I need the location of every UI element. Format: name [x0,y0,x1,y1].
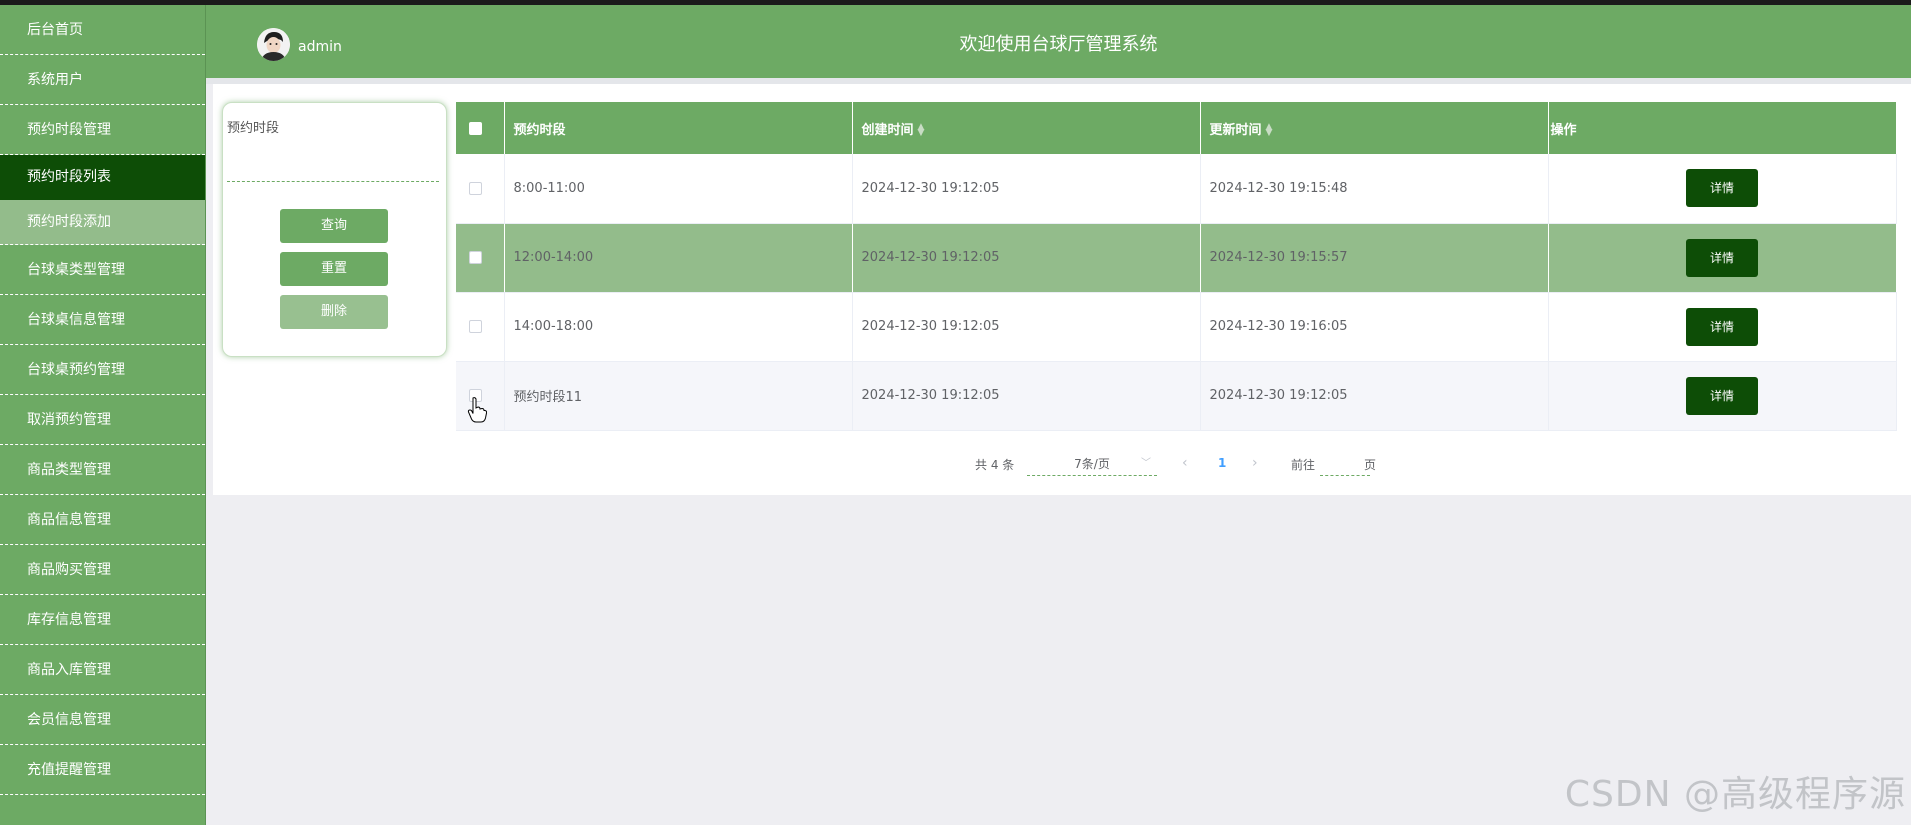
detail-button[interactable]: 详情 [1686,376,1758,415]
detail-button[interactable]: 详情 [1686,169,1758,208]
select-all-header [456,102,505,154]
sidebar-item-table-info-management[interactable]: 台球桌信息管理 [0,295,205,345]
pointer-cursor-icon [467,397,487,423]
chevron-left-icon[interactable]: ‹ [1182,455,1188,471]
sidebar-item-time-slot-list[interactable]: 预约时段列表 [0,155,205,200]
slot-cell: 预约时段11 [504,361,853,431]
sidebar-item-product-info-management[interactable]: 商品信息管理 [0,495,205,545]
column-header-actions: 操作 [1548,102,1896,154]
goto-suffix-label: 页 [1364,458,1377,472]
slot-cell: 12:00-14:00 [504,223,853,293]
created-cell: 2024-12-30 19:12:05 [852,223,1201,293]
table-row: 14:00-18:00 2024-12-30 19:12:05 2024-12-… [456,292,1897,362]
sidebar-item-recharge-reminder-management[interactable]: 充值提醒管理 [0,745,205,795]
table-row: 8:00-11:00 2024-12-30 19:12:05 2024-12-3… [456,154,1897,224]
column-updated-label: 更新时间 [1209,122,1262,138]
table-row: 预约时段11 2024-12-30 19:12:05 2024-12-30 19… [456,361,1897,431]
table-row: 12:00-14:00 2024-12-30 19:12:05 2024-12-… [456,223,1897,293]
actions-cell: 详情 [1548,223,1897,293]
sort-caret-icon[interactable]: ▲ ▼ [918,123,925,138]
page-title: 欢迎使用台球厅管理系统 [959,34,1158,55]
column-header-updated[interactable]: 更新时间 ▲ ▼ [1200,102,1549,154]
goto-label: 前往 [1291,458,1316,472]
updated-cell: 2024-12-30 19:15:48 [1200,154,1549,224]
column-slot-label: 预约时段 [513,122,566,138]
watermark: CSDN @高级程序源 [1564,774,1906,815]
sidebar-item-member-info-management[interactable]: 会员信息管理 [0,695,205,745]
chevron-right-icon[interactable]: › [1252,455,1258,471]
actions-cell: 详情 [1548,361,1897,431]
top-header: admin 欢迎使用台球厅管理系统 [206,5,1911,78]
chevron-down-icon: ﹀ [1141,458,1151,469]
row-checkbox[interactable] [469,251,482,264]
query-button[interactable]: 查询 [280,209,388,243]
detail-button[interactable]: 详情 [1686,307,1758,346]
sidebar-item-product-type-management[interactable]: 商品类型管理 [0,445,205,495]
row-checkbox[interactable] [469,320,482,333]
updated-cell: 2024-12-30 19:12:05 [1200,361,1549,431]
time-slot-table: 预约时段 创建时间 ▲ ▼ 更新时间 ▲ ▼ 操作 8:00-11:00 2024-12… [456,102,1897,431]
actions-cell: 详情 [1548,154,1897,224]
column-header-slot: 预约时段 [504,102,853,154]
sidebar-item-table-type-management[interactable]: 台球桌类型管理 [0,245,205,295]
updated-cell: 2024-12-30 19:16:05 [1200,292,1549,362]
row-select-cell [456,223,505,293]
slot-cell: 8:00-11:00 [504,154,853,224]
sidebar-item-inventory-management[interactable]: 库存信息管理 [0,595,205,645]
time-slot-field-label: 预约时段 [227,121,280,136]
sidebar-item-time-slot-add[interactable]: 预约时段添加 [0,200,205,245]
sidebar-item-home[interactable]: 后台首页 [0,5,205,55]
search-card: 预约时段 查询 重置 删除 [222,102,447,357]
created-cell: 2024-12-30 19:12:05 [852,361,1201,431]
sidebar-item-cancel-booking-management[interactable]: 取消预约管理 [0,395,205,445]
sidebar-item-system-users[interactable]: 系统用户 [0,55,205,105]
pagination-total: 共 4 条 [975,458,1015,472]
row-select-cell [456,292,505,362]
column-actions-label: 操作 [1550,122,1577,138]
sort-caret-icon[interactable]: ▲ ▼ [1266,123,1273,138]
page-size-select[interactable]: 7条/页 ﹀ [1027,453,1157,476]
slot-cell: 14:00-18:00 [504,292,853,362]
page-size-value: 7条/页 [1074,457,1110,471]
row-checkbox[interactable] [469,181,482,195]
actions-cell: 详情 [1548,292,1897,362]
sidebar-item-time-slot-management[interactable]: 预约时段管理 [0,105,205,155]
sidebar-item-product-purchase-management[interactable]: 商品购买管理 [0,545,205,595]
select-all-checkbox[interactable] [469,121,482,135]
detail-button[interactable]: 详情 [1686,238,1758,277]
time-slot-search-input[interactable] [227,147,439,182]
created-cell: 2024-12-30 19:12:05 [852,154,1201,224]
page-number-current[interactable]: 1 [1218,456,1226,470]
row-select-cell [456,154,505,224]
goto-page-input[interactable] [1320,453,1370,476]
delete-button[interactable]: 删除 [280,295,388,329]
column-created-label: 创建时间 [861,122,914,138]
sidebar-item-table-booking-management[interactable]: 台球桌预约管理 [0,345,205,395]
reset-button[interactable]: 重置 [280,252,388,286]
sidebar: 后台首页 系统用户 预约时段管理 预约时段列表 预约时段添加 台球桌类型管理 台… [0,5,206,825]
created-cell: 2024-12-30 19:12:05 [852,292,1201,362]
table-header-row: 预约时段 创建时间 ▲ ▼ 更新时间 ▲ ▼ 操作 [456,102,1896,154]
column-header-created[interactable]: 创建时间 ▲ ▼ [852,102,1201,154]
updated-cell: 2024-12-30 19:15:57 [1200,223,1549,293]
sidebar-item-stock-in-management[interactable]: 商品入库管理 [0,645,205,695]
